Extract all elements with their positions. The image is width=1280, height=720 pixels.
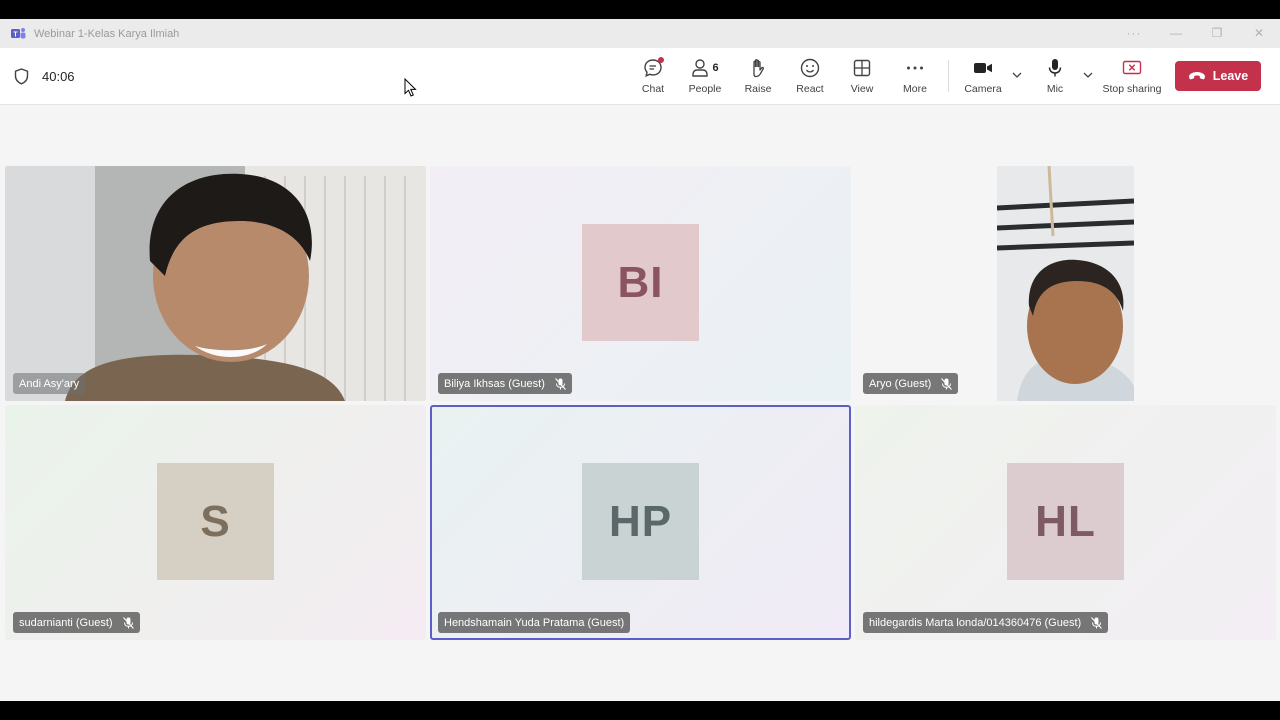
participant-name-tag: Aryo (Guest) (863, 373, 959, 394)
svg-text:T: T (13, 32, 18, 39)
toolbar-divider (948, 60, 949, 92)
people-button[interactable]: 6 People (687, 57, 723, 99)
mouse-pointer-icon (404, 78, 417, 97)
camera-label: Camera (964, 83, 1002, 95)
participant-name: Andi Asy'ary (19, 377, 80, 390)
grid-view-icon (853, 59, 871, 77)
restore-icon[interactable]: ❐ (1209, 26, 1225, 40)
chat-button[interactable]: Chat (638, 57, 668, 99)
shield-icon (14, 68, 29, 85)
participant-name-tag: Biliya Ikhsas (Guest) (438, 373, 572, 394)
participant-tile-hendshamain-speaking[interactable]: HP Hendshamain Yuda Pratama (Guest) (430, 405, 851, 640)
mic-button[interactable]: Mic (1042, 57, 1068, 99)
participant-avatar: BI (582, 224, 699, 341)
participant-name: sudarnianti (Guest) (19, 616, 113, 629)
view-button[interactable]: View (848, 57, 876, 99)
participant-initials: HP (608, 496, 673, 546)
participant-tile-biliya[interactable]: BI Biliya Ikhsas (Guest) (430, 166, 851, 401)
meeting-toolbar: 40:06 Chat 6 People Raise React View Mor… (0, 48, 1280, 105)
camera-icon (974, 63, 992, 73)
close-window-icon[interactable]: ✕ (1251, 26, 1267, 40)
more-button[interactable]: More (901, 57, 929, 99)
participant-name: Hendshamain Yuda Pratama (Guest) (444, 616, 625, 629)
meeting-timer: 40:06 (42, 69, 75, 84)
leave-button[interactable]: Leave (1175, 61, 1261, 91)
more-label: More (903, 83, 927, 95)
raise-hand-icon (753, 59, 764, 78)
raise-label: Raise (744, 83, 772, 95)
participant-tile-hildegardis[interactable]: HL hildegardis Marta londa/014360476 (Gu… (855, 405, 1276, 640)
people-count: 6 (712, 62, 719, 74)
camera-button[interactable]: Camera (964, 57, 1002, 99)
participant-name: Aryo (Guest) (869, 377, 932, 390)
participant-initials: HL (1035, 496, 1096, 546)
participant-initials: S (200, 496, 231, 546)
participant-initials: BI (617, 257, 664, 307)
window-more-icon[interactable]: ··· (1126, 26, 1142, 40)
chat-unread-dot (658, 57, 664, 63)
title-bar: T Webinar 1-Kelas Karya Ilmiah ··· — ❐ ✕ (0, 19, 1280, 48)
mic-muted-icon (554, 377, 566, 390)
participant-name: hildegardis Marta londa/014360476 (Guest… (869, 616, 1082, 629)
mic-label: Mic (1046, 83, 1064, 95)
participant-avatar: HP (582, 463, 699, 580)
participant-name-tag: Andi Asy'ary (13, 373, 86, 394)
participant-tile-sudarnianti[interactable]: S sudarnianti (Guest) (5, 405, 426, 640)
mic-muted-icon (122, 616, 134, 629)
participant-name-tag: hildegardis Marta londa/014360476 (Guest… (863, 612, 1109, 633)
window-title: Webinar 1-Kelas Karya Ilmiah (34, 28, 180, 40)
participant-tile-aryo[interactable]: Aryo (Guest) (855, 166, 1276, 401)
leave-label: Leave (1212, 69, 1249, 83)
microphone-icon (1048, 59, 1062, 77)
stop-sharing-button[interactable]: Stop sharing (1103, 57, 1161, 99)
teams-logo-icon: T (11, 28, 26, 39)
participant-name-tag: Hendshamain Yuda Pratama (Guest) (438, 612, 631, 633)
teams-meeting-window: T Webinar 1-Kelas Karya Ilmiah ··· — ❐ ✕… (0, 19, 1280, 701)
people-icon (692, 59, 709, 77)
mic-options-chevron-icon[interactable] (1082, 69, 1094, 81)
camera-options-chevron-icon[interactable] (1011, 69, 1023, 81)
mic-muted-icon (1091, 616, 1103, 629)
react-button[interactable]: React (796, 57, 824, 99)
raise-hand-button[interactable]: Raise (744, 57, 772, 99)
participant-video-aryo (997, 166, 1134, 401)
smile-icon (800, 58, 820, 78)
minimize-icon[interactable]: — (1168, 26, 1184, 40)
participant-avatar: HL (1007, 463, 1124, 580)
participant-name-tag: sudarnianti (Guest) (13, 612, 140, 633)
hang-up-icon (1188, 72, 1205, 80)
stop-sharing-label: Stop sharing (1102, 83, 1162, 95)
mic-muted-icon (941, 377, 953, 390)
more-dots-icon (907, 66, 923, 70)
chat-label: Chat (641, 83, 665, 95)
view-label: View (850, 83, 874, 95)
participant-avatar: S (157, 463, 274, 580)
stop-share-icon (1122, 60, 1142, 75)
participant-tile-andi[interactable]: Andi Asy'ary (5, 166, 426, 401)
people-label: People (688, 83, 722, 95)
participant-name: Biliya Ikhsas (Guest) (444, 377, 545, 390)
participant-video-andi (5, 166, 426, 401)
react-label: React (796, 83, 824, 95)
